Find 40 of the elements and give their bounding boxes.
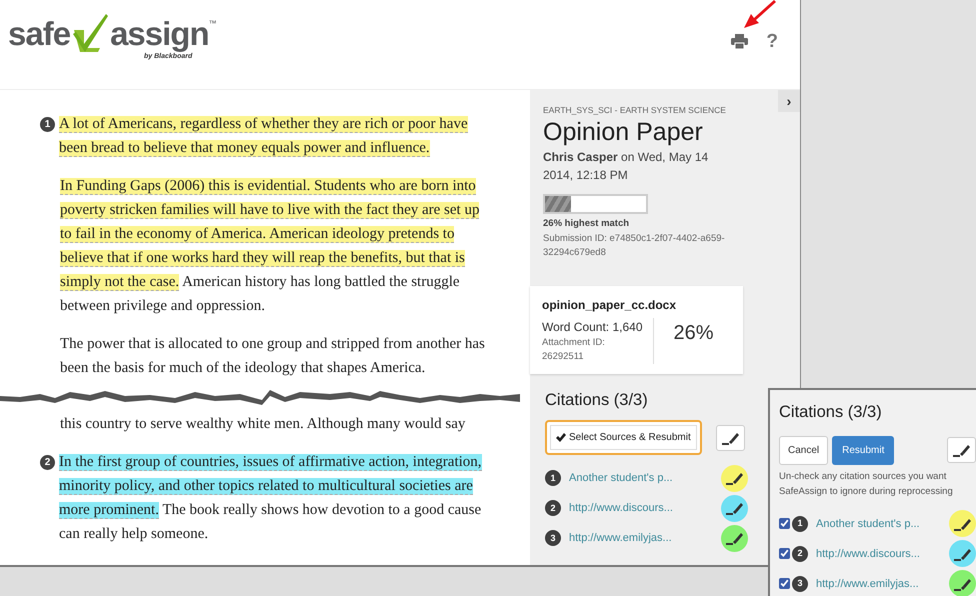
attachment-label: Attachment ID: [542, 336, 606, 350]
paragraph-text: The power that is allocated to one group and stripped from another has been the basis for much of the ideology that shapes America. [60, 335, 486, 378]
citation-link[interactable]: Another student's p... [816, 516, 949, 532]
match-number[interactable]: 1 [40, 117, 55, 132]
citation-link[interactable]: http://www.emilyjas... [816, 576, 949, 592]
paragraph-text: In the first group of countries, issues of affirmative action, integration, minority policy, and other topics related to multicultural societies are more prominent. The book really shows how devotion to a good cause can really help someone. [59, 453, 483, 544]
attachment-id: 26292511 [542, 350, 585, 364]
resubmit-button[interactable]: Resubmit [832, 436, 894, 465]
match-score: 26% [674, 320, 714, 346]
citation-number: 1 [792, 516, 808, 532]
course-name: EARTH_SYS_SCI - EARTH SYSTEM SCIENCE [543, 104, 727, 117]
citation-number: 3 [545, 530, 561, 546]
select-sources-button[interactable]: Select Sources & Resubmit [545, 420, 702, 456]
logo-text: safe [8, 16, 70, 50]
match-number[interactable]: 2 [40, 455, 55, 470]
citation-link[interactable]: http://www.discours... [816, 546, 949, 562]
help-button[interactable]: ? [766, 32, 778, 51]
citations-heading: Citations (3/3) [545, 390, 649, 410]
paragraph-text: In Funding Gaps (2006) this is evidential. Students who are born into poverty stricken families will have to live with the fact they are set up to fail in the economy of America. American ideology pretends to believe that if one works hard they will reap the benefits, but that is simply not the case. American history has long battled the struggle between privilege and oppression. [60, 177, 480, 316]
citations-heading: Citations (3/3) [779, 402, 883, 423]
logo-text: assign [110, 16, 209, 50]
file-name: opinion_paper_cc.docx [542, 296, 678, 314]
word-count: Word Count: 1,640 [542, 318, 643, 336]
match-label: 26% highest match [543, 217, 630, 232]
paragraph-text: this country to serve wealthy white men. Although many would say [60, 415, 466, 434]
citation-number: 1 [545, 470, 561, 486]
paragraph-text: A lot of Americans, regardless of whether they are rich or poor have been bread to believe that money equals power and influence. [59, 115, 469, 159]
collapse-button[interactable]: › [778, 90, 800, 112]
instruction-text: Un-check any citation sources you want SafeAssign to ignore during reprocessing [779, 470, 954, 499]
citation-number: 2 [545, 500, 561, 516]
trademark-sign: ™ [208, 18, 217, 30]
submission-byline: Chris Casper on Wed, May 14 2014, 12:18 PM [543, 149, 710, 184]
cancel-button[interactable]: Cancel [779, 436, 828, 465]
citation-link[interactable]: http://www.discours... [569, 500, 721, 516]
citation-link[interactable]: Another student's p... [569, 470, 721, 486]
submission-id: Submission ID: e74850c1-2f07-4402-a659-32294c679ed8 [543, 232, 726, 260]
citation-link[interactable]: http://www.emilyjas... [569, 530, 721, 546]
citation-number: 3 [792, 576, 808, 592]
citation-number: 2 [792, 546, 808, 562]
paper-title: Opinion Paper [543, 118, 704, 146]
